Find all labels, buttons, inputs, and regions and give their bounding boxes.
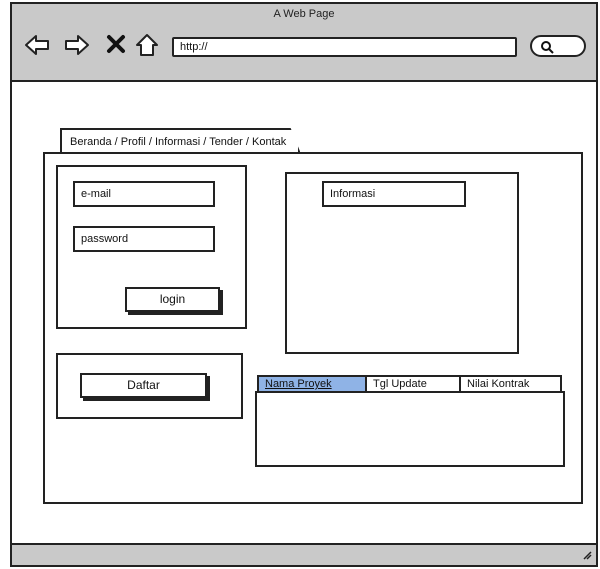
- forward-arrow-icon[interactable]: [64, 34, 90, 60]
- nav-breadcrumb-tab[interactable]: Beranda / Profil / Informasi / Tender / …: [60, 128, 301, 152]
- register-button[interactable]: Daftar: [80, 373, 207, 398]
- stop-x-icon[interactable]: [106, 34, 126, 58]
- status-bar: [10, 543, 598, 567]
- window-title: A Web Page: [273, 8, 335, 20]
- resize-grip-icon[interactable]: [582, 549, 592, 563]
- email-field[interactable]: e-mail: [73, 181, 215, 207]
- password-field[interactable]: password: [73, 226, 215, 252]
- tender-table-body: [255, 391, 565, 467]
- login-button[interactable]: login: [125, 287, 220, 312]
- home-icon[interactable]: [134, 32, 160, 62]
- url-field[interactable]: http://: [172, 37, 517, 57]
- back-arrow-icon[interactable]: [24, 34, 50, 60]
- info-heading: Informasi: [322, 181, 466, 207]
- search-icon: [541, 41, 554, 54]
- search-field[interactable]: [530, 35, 586, 57]
